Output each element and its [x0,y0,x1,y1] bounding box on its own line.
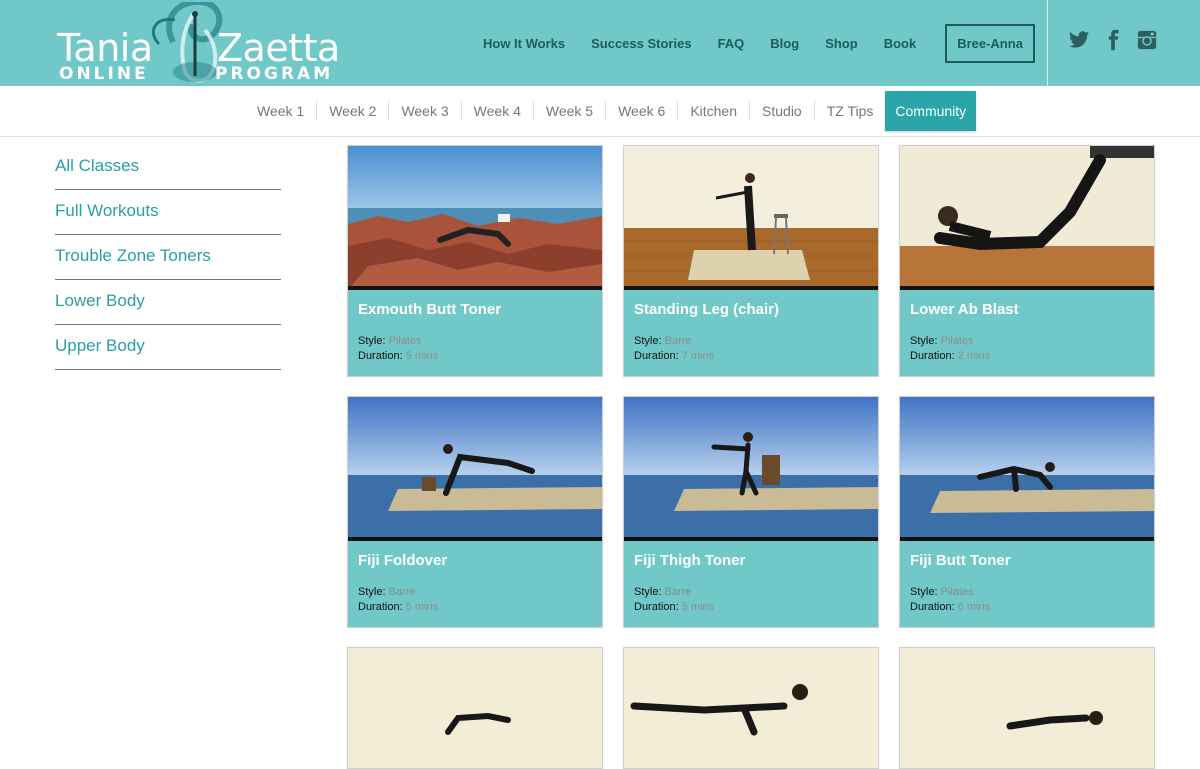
style-value: Barre [664,586,692,598]
duration-label: Duration: [358,601,403,613]
style-value: Barre [664,335,692,347]
style-label: Style: [910,586,938,598]
style-value: Pilates [388,335,422,347]
class-title[interactable]: Lower Ab Blast [910,301,1019,318]
style-label: Style: [634,586,662,598]
nav-success-stories[interactable]: Success Stories [578,36,704,51]
site-header: Tania Zaetta ONLINE PROGRAM How It Works… [0,0,1200,86]
header-divider [1047,0,1048,86]
subnav-week-5[interactable]: Week 5 [534,101,607,121]
class-style: Style: Pilates [910,586,974,598]
subnav-community[interactable]: Community [885,91,977,131]
class-style: Style: Barre [358,586,415,598]
subnav-kitchen[interactable]: Kitchen [678,101,751,121]
class-style: Style: Pilates [358,335,422,347]
class-style: Style: Pilates [910,335,974,347]
logo-word-zaetta: Zaetta [217,26,340,70]
facebook-icon[interactable] [1102,29,1124,51]
class-title[interactable]: Standing Leg (chair) [634,301,779,318]
class-card[interactable]: Fiji Foldover Style: Barre Duration: 5 m… [347,396,603,628]
logo-word-online: ONLINE [59,64,149,84]
subnav-tz-tips[interactable]: TZ Tips [815,101,886,121]
class-category-sidebar: All Classes Full Workouts Trouble Zone T… [55,145,281,370]
subnav-week-6[interactable]: Week 6 [606,101,679,121]
class-title[interactable]: Fiji Butt Toner [910,552,1011,569]
class-style: Style: Barre [634,586,691,598]
class-duration: Duration: 5 mins [358,350,438,362]
class-duration: Duration: 6 mins [910,601,990,613]
subnav-studio[interactable]: Studio [750,101,815,121]
nav-faq[interactable]: FAQ [705,36,758,51]
style-label: Style: [910,335,938,347]
class-title[interactable]: Fiji Foldover [358,552,447,569]
duration-value: 6 mins [957,601,991,613]
class-thumbnail[interactable] [624,146,878,290]
class-thumbnail[interactable] [348,146,602,290]
class-thumbnail[interactable] [348,397,602,541]
class-title[interactable]: Exmouth Butt Toner [358,301,501,318]
site-logo[interactable]: Tania Zaetta ONLINE PROGRAM [55,2,345,86]
style-value: Barre [388,586,416,598]
duration-label: Duration: [634,350,679,362]
class-thumbnail[interactable] [900,146,1154,290]
class-card[interactable] [899,647,1155,769]
class-duration: Duration: 7 mins [634,350,714,362]
class-card[interactable]: Exmouth Butt Toner Style: Pilates Durati… [347,145,603,377]
class-thumbnail[interactable] [900,397,1154,541]
nav-shop[interactable]: Shop [812,36,871,51]
style-label: Style: [358,586,386,598]
nav-blog[interactable]: Blog [757,36,812,51]
duration-value: 5 mins [405,350,439,362]
subnav-week-3[interactable]: Week 3 [389,101,462,121]
duration-label: Duration: [358,350,403,362]
sidebar-item-trouble-zone-toners[interactable]: Trouble Zone Toners [55,235,281,280]
class-card[interactable] [347,647,603,769]
duration-value: 5 mins [681,601,715,613]
main-navigation: How It Works Success Stories FAQ Blog Sh… [470,0,1035,86]
sidebar-item-lower-body[interactable]: Lower Body [55,280,281,325]
class-thumbnail[interactable] [900,648,1154,768]
duration-value: 2 mins [957,350,991,362]
class-title[interactable]: Fiji Thigh Toner [634,552,745,569]
sidebar-item-all-classes[interactable]: All Classes [55,145,281,190]
logo-word-tania: Tania [57,26,153,70]
class-duration: Duration: 2 mins [910,350,990,362]
style-value: Pilates [940,586,974,598]
nav-how-it-works[interactable]: How It Works [470,36,578,51]
class-duration: Duration: 5 mins [634,601,714,613]
duration-value: 5 mins [405,601,439,613]
sidebar-item-upper-body[interactable]: Upper Body [55,325,281,370]
twitter-icon[interactable] [1068,29,1090,51]
duration-label: Duration: [634,601,679,613]
logo-word-program: PROGRAM [215,64,334,84]
style-label: Style: [634,335,662,347]
class-card[interactable]: Lower Ab Blast Style: Pilates Duration: … [899,145,1155,377]
duration-label: Duration: [910,350,955,362]
class-card[interactable]: Fiji Butt Toner Style: Pilates Duration:… [899,396,1155,628]
subnav-week-2[interactable]: Week 2 [317,101,390,121]
instagram-icon[interactable] [1136,29,1158,51]
duration-value: 7 mins [681,350,715,362]
subnav-week-1[interactable]: Week 1 [245,101,318,121]
class-thumbnail[interactable] [624,397,878,541]
nav-book[interactable]: Book [871,36,930,51]
duration-label: Duration: [910,601,955,613]
style-value: Pilates [940,335,974,347]
class-thumbnail[interactable] [624,648,878,768]
social-links [1068,29,1158,51]
user-account-button[interactable]: Bree-Anna [945,23,1035,63]
class-card[interactable] [623,647,879,769]
class-card[interactable]: Standing Leg (chair) Style: Barre Durati… [623,145,879,377]
class-duration: Duration: 5 mins [358,601,438,613]
subnav-week-4[interactable]: Week 4 [462,101,534,121]
week-subnavigation: Week 1 Week 2 Week 3 Week 4 Week 5 Week … [0,86,1200,137]
class-style: Style: Barre [634,335,691,347]
style-label: Style: [358,335,386,347]
class-card[interactable]: Fiji Thigh Toner Style: Barre Duration: … [623,396,879,628]
sidebar-item-full-workouts[interactable]: Full Workouts [55,190,281,235]
class-thumbnail[interactable] [348,648,602,768]
